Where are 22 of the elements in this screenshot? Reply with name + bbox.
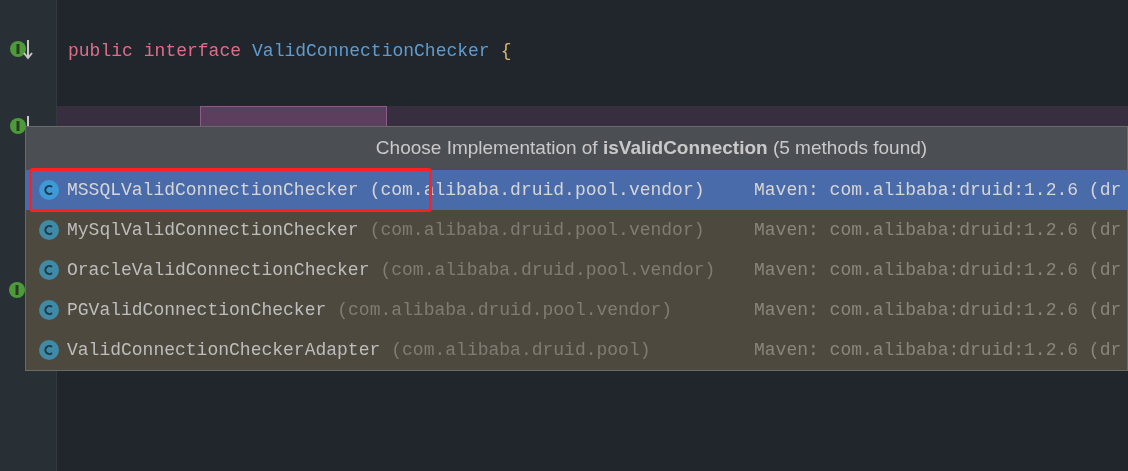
class-icon (39, 260, 59, 280)
library-name: Maven: com.alibaba:druid:1.2.6 (dr (754, 258, 1122, 282)
class-name: MSSQLValidConnectionChecker (67, 178, 359, 202)
class-icon (39, 340, 59, 360)
implemented-marker-icon[interactable] (8, 281, 26, 299)
popup-title: Choose Implementation of isValidConnection (5 methods found) (26, 127, 1127, 170)
library-name: Maven: com.alibaba:druid:1.2.6 (dr (754, 338, 1122, 362)
class-icon (39, 300, 59, 320)
class-icon (39, 180, 59, 200)
library-name: Maven: com.alibaba:druid:1.2.6 (dr (754, 298, 1122, 322)
code-token: public (68, 40, 133, 63)
class-name: ValidConnectionCheckerAdapter (67, 338, 381, 362)
code-token: interface (143, 40, 242, 63)
class-name: OracleValidConnectionChecker (67, 258, 370, 282)
library-name: Maven: com.alibaba:druid:1.2.6 (dr (754, 218, 1122, 242)
class-icon (39, 220, 59, 240)
library-name: Maven: com.alibaba:druid:1.2.6 (dr (754, 178, 1122, 202)
class-name: MySqlValidConnectionChecker (67, 218, 359, 242)
class-name: PGValidConnectionChecker (67, 298, 327, 322)
code-token: ValidConnectionChecker (252, 40, 490, 63)
code-token: { (500, 40, 512, 63)
implemented-marker-icon[interactable] (8, 38, 36, 62)
